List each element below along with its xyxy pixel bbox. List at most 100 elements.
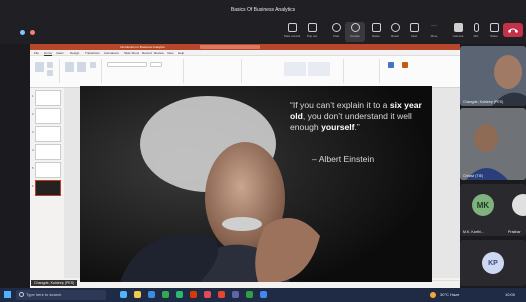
slide-thumbnail[interactable] [35,126,61,142]
participant-name: Chhavi (TIE) [463,174,484,178]
chat-icon [331,23,341,32]
taskbar-search-placeholder: Type here to search [26,292,62,297]
windows-start-icon[interactable] [4,291,11,298]
powerpoint-icon[interactable] [190,291,197,298]
menu-record[interactable]: Record [142,51,152,55]
cut-icon[interactable] [47,62,53,68]
pop-out-label: Pop out [306,34,318,38]
share-label: Share [489,34,498,38]
ribbon-group-editing [346,59,380,83]
thumb-number: 2 [32,112,34,116]
font-size-select[interactable] [150,62,162,67]
camera-icon [453,23,463,32]
shapes-gallery[interactable] [284,62,306,76]
weather-text: 30°C Haze [440,292,460,297]
window-title: Basics Of Business Analytics [230,7,296,13]
participant-tile[interactable]: MK M.K. Karthi... Prakhar [460,184,526,236]
react-button[interactable]: React [385,22,405,42]
ribbon-group-font [104,59,184,83]
view-button[interactable]: View [404,22,424,42]
weather-icon [430,292,436,298]
participant-tile[interactable]: Changde, Kuldeep (PES) [460,46,526,106]
layout-icon[interactable] [90,62,96,68]
people-label: People [350,34,360,38]
menu-slide-show[interactable]: Slide Show [124,51,139,55]
share-button[interactable]: Share [484,22,504,42]
chat-label: Chat [332,34,340,38]
app-icon[interactable] [218,291,225,298]
edge-icon[interactable] [148,291,155,298]
task-view-icon[interactable] [120,291,127,298]
menu-file[interactable]: File [34,51,39,55]
mic-button[interactable]: Mic [466,22,486,42]
app-icon[interactable] [204,291,211,298]
participant-name: Changde, Kuldeep (PES) [463,100,504,104]
participant-tile[interactable]: Chhavi (TIE) [460,108,526,180]
view-label: View [410,34,418,38]
participant-tile[interactable]: KP [460,240,526,286]
teams-icon[interactable] [232,291,239,298]
menu-design[interactable]: Design [70,51,79,55]
thumb-number: 3 [32,130,34,134]
file-explorer-icon[interactable] [134,291,141,298]
participant-avatar: MK [472,194,494,216]
pop-out-button[interactable]: Pop out [302,22,322,42]
app-icon[interactable] [260,291,267,298]
ribbon-group-voice-designer [382,59,456,83]
designer-icon[interactable] [402,62,408,68]
thumb-number: 1 [32,94,34,98]
quick-styles-gallery[interactable] [308,62,330,76]
reuse-slides-icon[interactable] [77,62,86,72]
menu-view[interactable]: View [167,51,173,55]
take-control-icon [287,23,297,32]
screen: Basics Of Business Analytics Take contro… [0,0,526,302]
menu-help[interactable]: Help [178,51,184,55]
raise-hand-label: Raise [372,34,380,38]
clock[interactable]: 10:00 [505,292,515,297]
participant-video [460,46,526,106]
menu-insert[interactable]: Insert [56,51,64,55]
slide-thumbnail-selected[interactable] [35,180,61,196]
pop-out-icon [307,23,317,32]
ribbon-group-paragraph [186,59,242,83]
menu-review[interactable]: Review [154,51,164,55]
take-control-label: Take control [283,34,301,38]
slide-canvas: “If you can’t explain it to a six year o… [80,86,432,282]
leave-call-button[interactable] [503,23,523,37]
app-icon[interactable] [246,291,253,298]
slide-thumbnail[interactable] [35,90,61,106]
participant-name: M.K. Karthi... [463,230,484,234]
copy-icon[interactable] [47,70,53,76]
menu-animations[interactable]: Animations [104,51,119,55]
ppt-search-box[interactable] [200,45,260,49]
slide-thumbnail[interactable] [35,108,61,124]
raise-hand-button[interactable]: Raise [366,22,386,42]
slide-thumbnail[interactable] [35,162,61,178]
share-icon [489,23,499,32]
ribbon-group-drawing [244,59,344,83]
react-label: React [391,34,399,38]
mic-label: Mic [473,34,479,38]
meeting-toolbar: Basics Of Business Analytics Take contro… [0,0,526,44]
thumb-number: 5 [32,166,34,170]
more-label: More [430,34,438,38]
camera-button[interactable]: Camera [448,22,468,42]
more-button[interactable]: ··· More [424,22,444,42]
people-button[interactable]: People [345,22,365,42]
hang-up-icon [508,28,518,33]
search-icon [19,292,24,297]
more-icon: ··· [431,23,437,29]
thumb-number: 6 [32,184,34,188]
chat-button[interactable]: Chat [326,22,346,42]
chrome-icon[interactable] [162,291,169,298]
take-control-button[interactable]: Take control [282,22,302,42]
paste-icon[interactable] [35,62,44,72]
dictate-icon[interactable] [388,62,394,68]
menu-transitions[interactable]: Transitions [85,51,100,55]
app-icon[interactable] [176,291,183,298]
font-select[interactable] [107,62,147,67]
slide-thumbnail[interactable] [35,144,61,160]
new-slide-icon[interactable] [65,62,74,72]
menu-home[interactable]: Home [44,51,52,55]
thumb-number: 4 [32,148,34,152]
